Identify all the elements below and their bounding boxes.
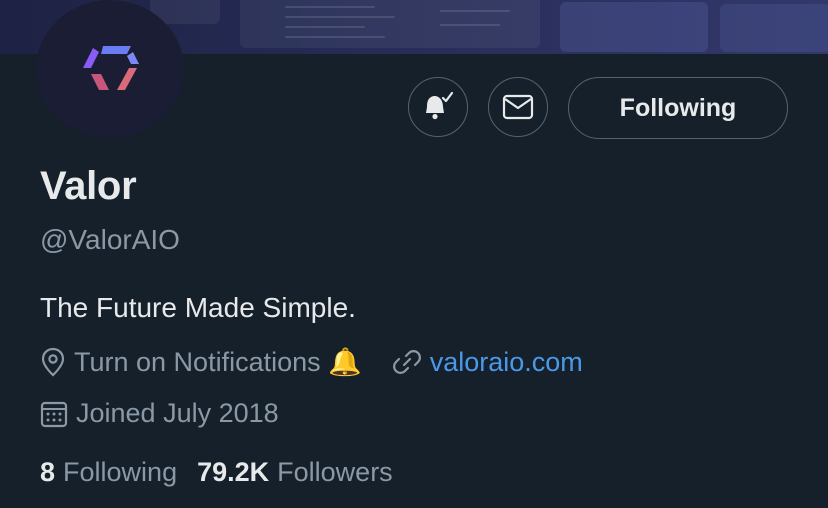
banner-line (285, 36, 385, 38)
banner-line (285, 26, 365, 28)
profile-bio: The Future Made Simple. (40, 292, 356, 323)
banner-line (285, 6, 375, 8)
profile-stats: 8 Following 79.2K Followers (40, 457, 413, 488)
notifications-button[interactable] (408, 77, 468, 137)
banner-line (440, 24, 500, 26)
envelope-icon (502, 94, 534, 120)
profile-joined: Joined July 2018 (76, 398, 279, 428)
followers-label: Followers (277, 457, 393, 487)
message-button[interactable] (488, 77, 548, 137)
banner-panel (720, 4, 828, 52)
following-stat[interactable]: 8 Following (40, 457, 177, 488)
profile-joined-row: Joined July 2018 (40, 398, 279, 429)
profile-website-link[interactable]: valoraio.com (430, 347, 583, 378)
following-button[interactable]: Following (568, 77, 788, 139)
banner-line (285, 16, 395, 18)
profile-avatar[interactable] (36, 0, 184, 138)
following-label: Following (63, 457, 178, 487)
bell-check-icon (426, 91, 454, 120)
location-pin-icon (40, 347, 66, 377)
link-icon (392, 347, 422, 377)
following-count: 8 (40, 457, 56, 487)
calendar-icon (40, 400, 68, 428)
banner-line (440, 10, 510, 12)
profile-location: Turn on Notifications 🔔 (74, 347, 362, 377)
followers-stat[interactable]: 79.2K Followers (197, 457, 393, 488)
valor-logo-icon (83, 46, 139, 90)
profile-handle: @ValorAIO (40, 224, 180, 255)
followers-count: 79.2K (197, 457, 270, 487)
banner-panel (560, 2, 708, 52)
profile-meta-row: Turn on Notifications 🔔 valoraio.com (40, 346, 583, 378)
profile-name: Valor (40, 164, 137, 208)
